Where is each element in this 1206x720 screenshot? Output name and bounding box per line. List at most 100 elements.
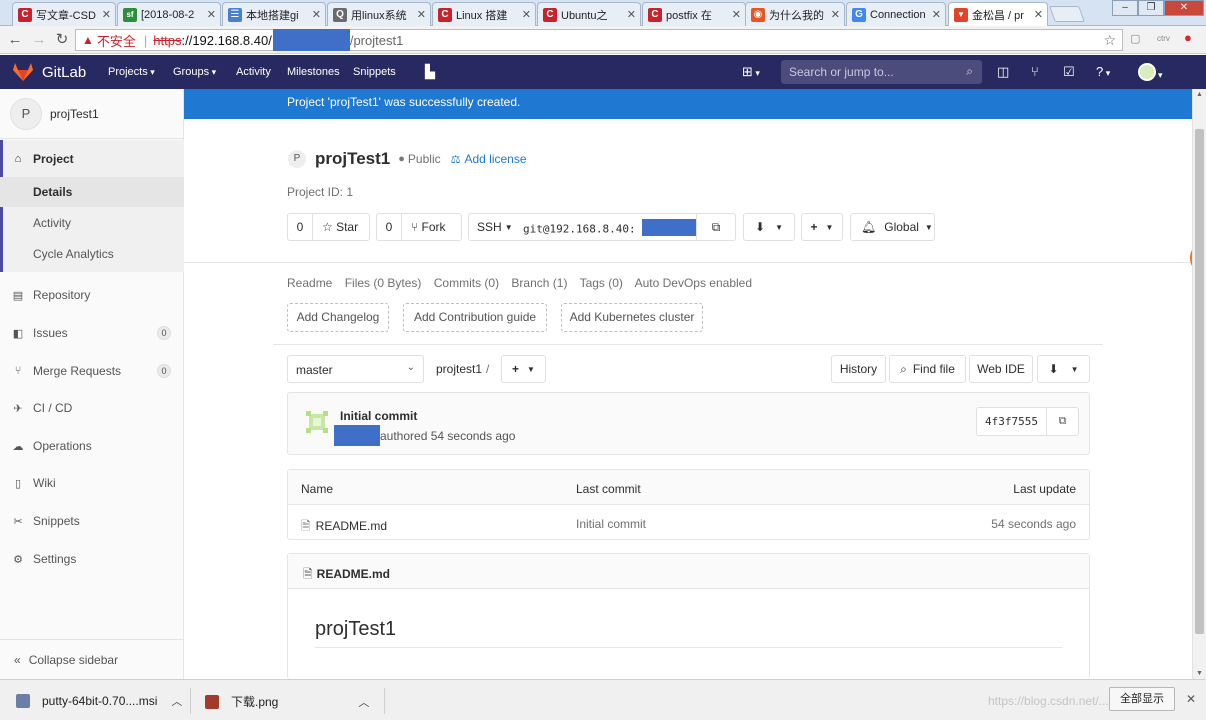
commit-sha[interactable]: 4f3f7555 [977,408,1047,435]
todo-icon[interactable]: ☑ [1063,64,1075,80]
window-close-icon[interactable]: ✕ [1164,0,1204,16]
close-icon[interactable]: ✕ [831,8,840,21]
close-icon[interactable]: ✕ [627,8,636,21]
nav-activity[interactable]: Activity [236,66,271,78]
browser-tab[interactable]: C 写文章-CSD ✕ [12,2,116,26]
add-file-dropdown[interactable]: + ▼ [501,355,546,383]
browser-tab[interactable]: C Ubuntu之 ✕ [537,2,641,26]
url-bar[interactable]: ▲ 不安全 | https ://192.168.8.40/ /projtest… [75,29,1123,51]
stat-branch[interactable]: Branch (1) [511,276,567,290]
close-icon[interactable]: ✕ [102,8,111,21]
history-button[interactable]: History [831,355,886,383]
stat-auto-devops[interactable]: Auto DevOps enabled [635,276,752,290]
browser-tab[interactable]: G Connection ✕ [846,2,946,26]
gitlab-logo[interactable]: GitLab [12,62,86,82]
forward-icon[interactable]: → [29,30,49,50]
readme-filename[interactable]: README.md [317,567,390,581]
chevron-up-icon[interactable]: ︿ [358,694,369,710]
web-ide-button[interactable]: Web IDE [969,355,1033,383]
add-contribution-button[interactable]: Add Contribution guide [403,303,547,332]
sidebar-item-cicd[interactable]: ✈ CI / CD [0,393,184,423]
close-icon[interactable]: ✕ [417,8,426,21]
extension-icon[interactable]: ctrv [1157,34,1170,43]
extension-red-icon[interactable]: ● [1184,30,1192,45]
show-all-downloads-button[interactable]: 全部显示 [1109,687,1175,711]
stat-commits[interactable]: Commits (0) [434,276,499,290]
browser-tab[interactable]: ☰ 本地搭建gi ✕ [222,2,326,26]
add-dropdown[interactable]: + ▼ [801,213,843,241]
add-license-link[interactable]: Add license [464,152,526,166]
avatar[interactable] [1138,63,1156,81]
sidebar-item-merge-requests[interactable]: ⑂ Merge Requests 0 [0,356,184,386]
download-item[interactable]: 下载.png ︿ [205,693,369,710]
fork-button[interactable]: 0 ⑂ Fork [376,213,462,241]
copy-icon[interactable]: ⧉ [1047,408,1078,435]
table-row[interactable]: 🗎︎ README.md Initial commit 54 seconds ag… [288,505,1089,540]
close-icon[interactable]: ✕ [312,8,321,21]
collapse-sidebar-button[interactable]: « Collapse sidebar [0,639,184,679]
browser-tab[interactable]: ◉ 为什么我的 ✕ [745,2,845,26]
download-dropdown[interactable]: ⬇ ▼ [743,213,795,241]
copy-url-button[interactable]: ⧉ [696,213,736,241]
sidebar-toggle-icon[interactable]: ◫ [997,64,1009,80]
find-file-button[interactable]: ⌕ Find file [889,355,966,383]
back-icon[interactable]: ← [5,30,25,50]
help-icon[interactable]: ? [1096,64,1110,79]
extension-icon[interactable]: ▢ [1130,32,1140,45]
browser-tab[interactable]: Q 用linux系统 ✕ [327,2,431,26]
close-icon[interactable]: ✕ [1186,692,1196,706]
breadcrumb-project[interactable]: projtest1 [436,362,482,376]
download-item[interactable]: putty-64bit-0.70....msi ︿ [16,693,182,709]
browser-tab[interactable]: C Linux 搭建 ✕ [432,2,536,26]
stat-tags[interactable]: Tags (0) [580,276,623,290]
user-menu-icon[interactable] [1158,66,1163,81]
scroll-down-icon[interactable]: ▼ [1196,670,1203,677]
file-name-cell[interactable]: 🗎︎ README.md [301,517,387,538]
nav-projects[interactable]: Projects [108,66,155,78]
file-last-commit[interactable]: Initial commit [576,517,646,531]
star-button[interactable]: 0 ☆ Star [287,213,370,241]
add-changelog-button[interactable]: Add Changelog [287,303,389,332]
page-scrollbar[interactable]: ▲ ▼ [1192,89,1206,679]
clone-protocol-dropdown[interactable]: SSH ▼ [468,213,516,241]
sidebar-item-activity[interactable]: Activity [0,208,184,238]
clone-url-field[interactable]: git@192.168.8.40: [515,213,699,241]
download-dropdown[interactable]: ⬇ ▼ [1037,355,1090,383]
close-icon[interactable]: ✕ [522,8,531,21]
merge-request-icon[interactable]: ⑂ [1031,64,1039,79]
new-tab-button[interactable] [1049,6,1085,22]
chart-icon[interactable]: ▙ [425,64,435,80]
close-icon[interactable]: ✕ [932,8,941,21]
sidebar-item-cycle-analytics[interactable]: Cycle Analytics [0,239,184,269]
plus-square-icon[interactable]: ⊞ [742,64,760,80]
sidebar-item-issues[interactable]: ◧ Issues 0 [0,318,184,348]
nav-snippets[interactable]: Snippets [353,66,396,78]
browser-tab-active[interactable]: ▼ 金松昌 / pr ✕ [948,2,1048,26]
nav-milestones[interactable]: Milestones [287,66,340,78]
search-input[interactable]: Search or jump to... ⌕ [781,60,982,84]
maximize-icon[interactable]: ❐ [1138,0,1164,16]
sidebar-item-repository[interactable]: ▤ Repository [0,280,184,310]
chevron-up-icon[interactable]: ︿ [171,693,182,709]
sidebar-item-project[interactable]: ⌂ Project [0,144,184,174]
bookmark-star-icon[interactable]: ☆ [1103,32,1116,49]
sidebar-item-operations[interactable]: ☁ Operations [0,431,184,461]
stat-readme[interactable]: Readme [287,276,332,290]
notification-dropdown[interactable]: 🔔︎ Global ▼ [850,213,935,241]
close-icon[interactable]: ✕ [207,8,216,21]
sidebar-project-header[interactable]: P projTest1 [0,89,184,139]
close-icon[interactable]: ✕ [1034,8,1043,21]
sidebar-item-snippets[interactable]: ✂ Snippets [0,506,184,536]
close-icon[interactable]: ✕ [732,8,741,21]
sidebar-item-wiki[interactable]: ▯ Wiki [0,468,184,498]
sidebar-item-settings[interactable]: ⚙ Settings [0,544,184,574]
reload-icon[interactable]: ↻ [52,30,72,50]
add-kubernetes-button[interactable]: Add Kubernetes cluster [561,303,703,332]
minimize-icon[interactable]: – [1112,0,1138,16]
browser-tab[interactable]: sf [2018-08-2 ✕ [117,2,221,26]
branch-select[interactable]: master ⌄ [287,355,424,383]
nav-groups[interactable]: Groups [173,66,216,78]
scroll-up-icon[interactable]: ▲ [1196,91,1203,98]
scrollbar-thumb[interactable] [1195,129,1204,634]
stat-files[interactable]: Files (0 Bytes) [345,276,422,290]
